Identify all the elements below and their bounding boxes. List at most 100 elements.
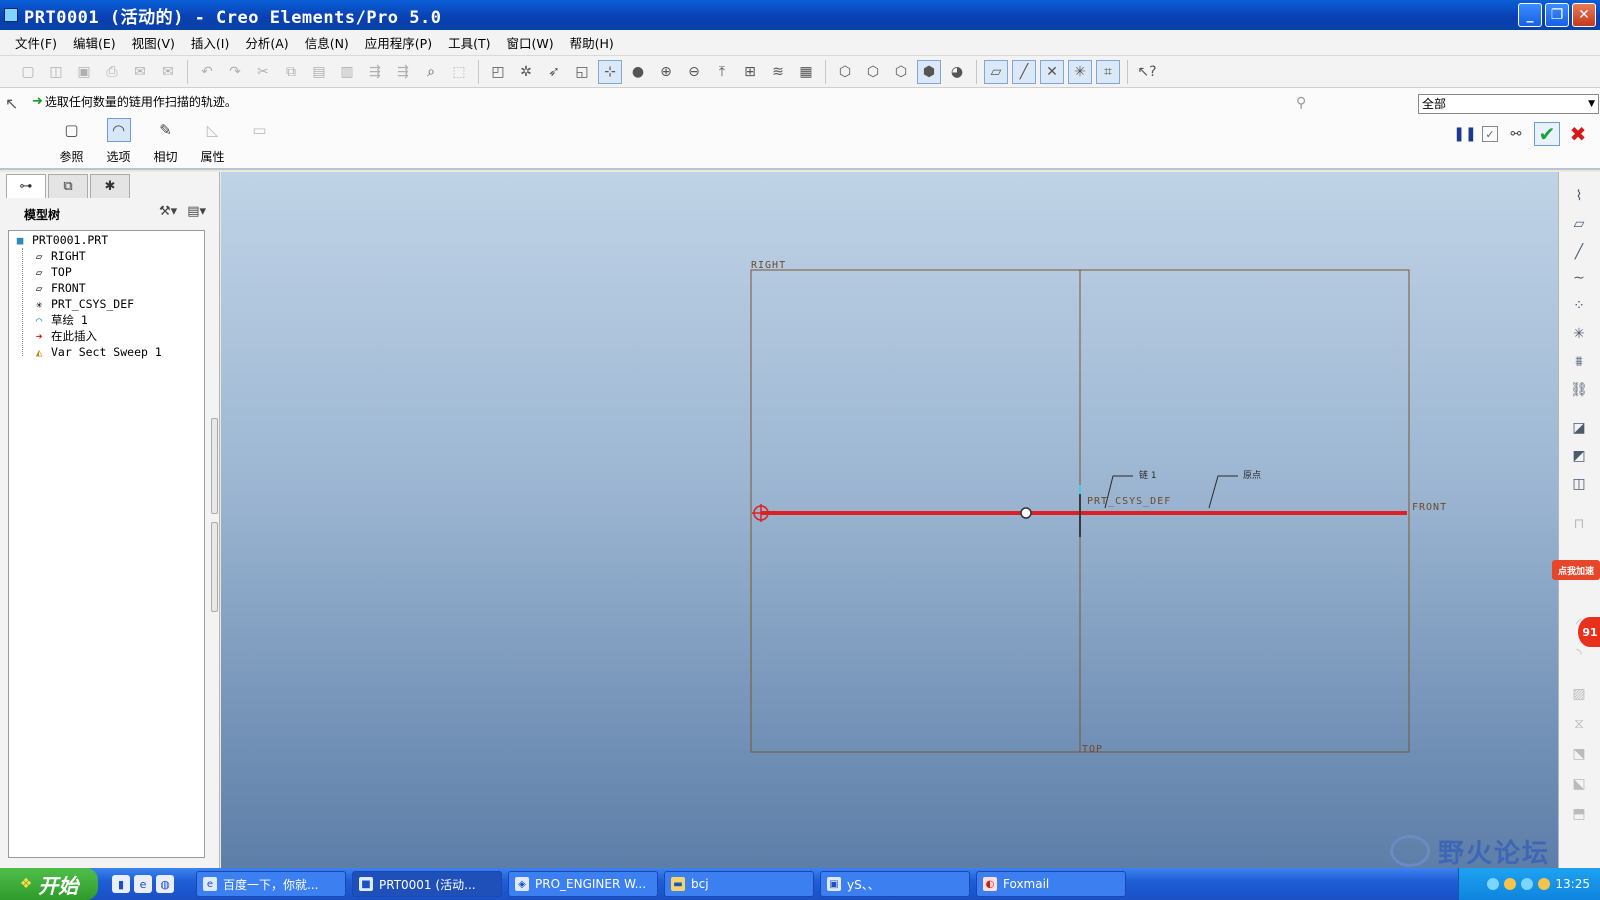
- shading-icon[interactable]: ●: [626, 60, 650, 84]
- tab-properties[interactable]: ◺ 属性: [189, 118, 236, 165]
- tab-references[interactable]: ▢ 参照: [48, 118, 95, 165]
- chain-callout[interactable]: 链 1: [1139, 469, 1157, 481]
- csys-tool-icon[interactable]: ✳: [1567, 322, 1591, 346]
- paste-special-icon[interactable]: ▥: [335, 60, 359, 84]
- layers-icon[interactable]: ≋: [766, 60, 790, 84]
- panel-splitter-handle[interactable]: [211, 522, 218, 612]
- zoom-in-icon[interactable]: ⊕: [654, 60, 678, 84]
- close-button[interactable]: ✕: [1572, 3, 1596, 27]
- ok-button[interactable]: ✔: [1534, 122, 1560, 146]
- tree-settings-icon[interactable]: ⚒▾: [159, 204, 177, 219]
- start-button[interactable]: ❖ 开始: [0, 868, 98, 900]
- annotation-display-icon[interactable]: ⌗: [1096, 59, 1120, 84]
- enhanced-realism-icon[interactable]: ◕: [945, 60, 969, 84]
- spin-center-icon[interactable]: ✲: [514, 60, 538, 84]
- zoom-out-icon[interactable]: ⊖: [682, 60, 706, 84]
- menu-tools[interactable]: 工具(T): [440, 33, 498, 52]
- menu-view[interactable]: 视图(V): [124, 33, 183, 52]
- plane-display-icon[interactable]: ▱: [984, 59, 1008, 84]
- merge-tool-icon[interactable]: ⬔: [1567, 742, 1591, 766]
- tab-extra[interactable]: ▭: [236, 118, 283, 142]
- analysis-tool-icon[interactable]: ⩩: [1567, 350, 1591, 374]
- save-icon[interactable]: ▣: [72, 60, 96, 84]
- reorient-icon[interactable]: ⤒: [710, 60, 734, 84]
- menu-insert[interactable]: 插入(I): [183, 33, 237, 52]
- open-file-icon[interactable]: ◫: [44, 60, 68, 84]
- count-badge[interactable]: 91: [1578, 617, 1600, 647]
- revolve-tool-icon[interactable]: ◩: [1567, 444, 1591, 468]
- speedup-badge[interactable]: 点我加速: [1552, 560, 1600, 580]
- find-icon[interactable]: ⌕: [419, 60, 443, 84]
- email-link-icon[interactable]: ✉: [156, 60, 180, 84]
- select-box-icon[interactable]: ⬚: [447, 60, 471, 84]
- new-file-icon[interactable]: ▢: [16, 60, 40, 84]
- tree-item-insert-here[interactable]: ➜ 在此插入: [31, 328, 97, 344]
- cut-icon[interactable]: ✂: [251, 60, 275, 84]
- menu-file[interactable]: 文件(F): [7, 33, 65, 52]
- mirror-tool-icon[interactable]: ⧖: [1567, 712, 1591, 736]
- preview-checkbox[interactable]: ✓: [1482, 126, 1498, 142]
- print-icon[interactable]: ⎙: [100, 60, 124, 84]
- tray-volume-icon[interactable]: [1521, 878, 1534, 890]
- regen-manager-icon[interactable]: ⇶: [391, 60, 415, 84]
- selection-filter-select[interactable]: 全部 ▼: [1418, 94, 1599, 114]
- hidden-line-icon[interactable]: ⬡: [861, 60, 885, 84]
- graphics-window[interactable]: RIGHT TOP FRONT PRT_CSYS_DEF 链 1 原点: [221, 172, 1558, 868]
- task-ys[interactable]: ▣ yS、、: [820, 871, 970, 897]
- point-tool-icon[interactable]: ⁘: [1567, 294, 1591, 318]
- tree-item-front[interactable]: ▱ FRONT: [31, 280, 86, 296]
- datum-display-icon[interactable]: ⊹: [598, 59, 622, 84]
- tab-tangency[interactable]: ✎ 相切: [142, 118, 189, 165]
- task-foxmail[interactable]: ◐ Foxmail: [976, 871, 1126, 897]
- menu-info[interactable]: 信息(N): [297, 33, 357, 52]
- regenerate-icon[interactable]: ⇶: [363, 60, 387, 84]
- email-icon[interactable]: ✉: [128, 60, 152, 84]
- task-creo[interactable]: ■ PRT0001 (活动...: [352, 871, 502, 897]
- show-desktop-icon[interactable]: ▮: [112, 875, 130, 893]
- copy-icon[interactable]: ⧉: [279, 60, 303, 84]
- wireframe-icon[interactable]: ⬡: [833, 60, 857, 84]
- menu-applications[interactable]: 应用程序(P): [357, 33, 440, 52]
- tray-network-icon[interactable]: [1504, 878, 1517, 890]
- task-proe-forum[interactable]: ◈ PRO_ENGINER W...: [508, 871, 658, 897]
- redo-icon[interactable]: ↷: [223, 60, 247, 84]
- orient-mode-icon[interactable]: ➶: [542, 60, 566, 84]
- cancel-button[interactable]: ✖: [1566, 122, 1590, 146]
- curve-tool-icon[interactable]: ∼: [1567, 266, 1591, 290]
- tree-item-sketch[interactable]: ⌒ 草绘 1: [31, 312, 88, 328]
- minimize-button[interactable]: _: [1518, 3, 1542, 27]
- tray-qq-icon[interactable]: [1538, 878, 1551, 890]
- tree-item-csys[interactable]: ✳ PRT_CSYS_DEF: [31, 296, 134, 312]
- axis-display-icon[interactable]: ╱: [1012, 59, 1036, 84]
- tree-item-sweep[interactable]: ◭ Var Sect Sweep 1: [31, 344, 162, 360]
- paste-icon[interactable]: ▤: [307, 60, 331, 84]
- pattern-tool-icon[interactable]: ▨: [1567, 682, 1591, 706]
- context-help-icon[interactable]: ↖?: [1135, 60, 1159, 84]
- model-tree-tab-icon[interactable]: ⊶: [6, 174, 46, 198]
- menu-edit[interactable]: 编辑(E): [65, 33, 124, 52]
- shaded-icon[interactable]: ⬢: [917, 59, 941, 84]
- tab-options[interactable]: ◠ 选项: [95, 118, 142, 165]
- browser-icon[interactable]: ◍: [156, 875, 174, 893]
- tray-arrow-icon[interactable]: [1487, 878, 1500, 890]
- pause-icon[interactable]: ❚❚: [1453, 123, 1476, 145]
- extrude-tool-icon[interactable]: ◪: [1567, 416, 1591, 440]
- origin-callout[interactable]: 原点: [1243, 470, 1261, 481]
- no-hidden-icon[interactable]: ⬡: [889, 60, 913, 84]
- favorites-tab-icon[interactable]: ✱: [90, 174, 130, 198]
- point-display-icon[interactable]: ✕: [1040, 59, 1064, 84]
- trim-tool-icon[interactable]: ⬕: [1567, 772, 1591, 796]
- menu-analysis[interactable]: 分析(A): [237, 33, 296, 52]
- sweep-tool-icon[interactable]: ◫: [1567, 472, 1591, 496]
- plane-tool-icon[interactable]: ▱: [1567, 212, 1591, 236]
- tree-item-part[interactable]: ■ PRT0001.PRT: [12, 232, 108, 248]
- chain-tool-icon[interactable]: ⛓: [1567, 378, 1591, 402]
- hole-tool-icon[interactable]: ⊓: [1567, 512, 1591, 536]
- ie-icon[interactable]: e: [134, 875, 152, 893]
- chain-handle[interactable]: [1020, 507, 1032, 519]
- refit-icon[interactable]: ◱: [570, 60, 594, 84]
- glasses-icon[interactable]: ⚯: [1504, 123, 1528, 145]
- menu-help[interactable]: 帮助(H): [562, 33, 622, 52]
- model-canvas[interactable]: RIGHT TOP FRONT PRT_CSYS_DEF 链 1 原点: [221, 172, 1558, 868]
- repaint-icon[interactable]: ◰: [486, 60, 510, 84]
